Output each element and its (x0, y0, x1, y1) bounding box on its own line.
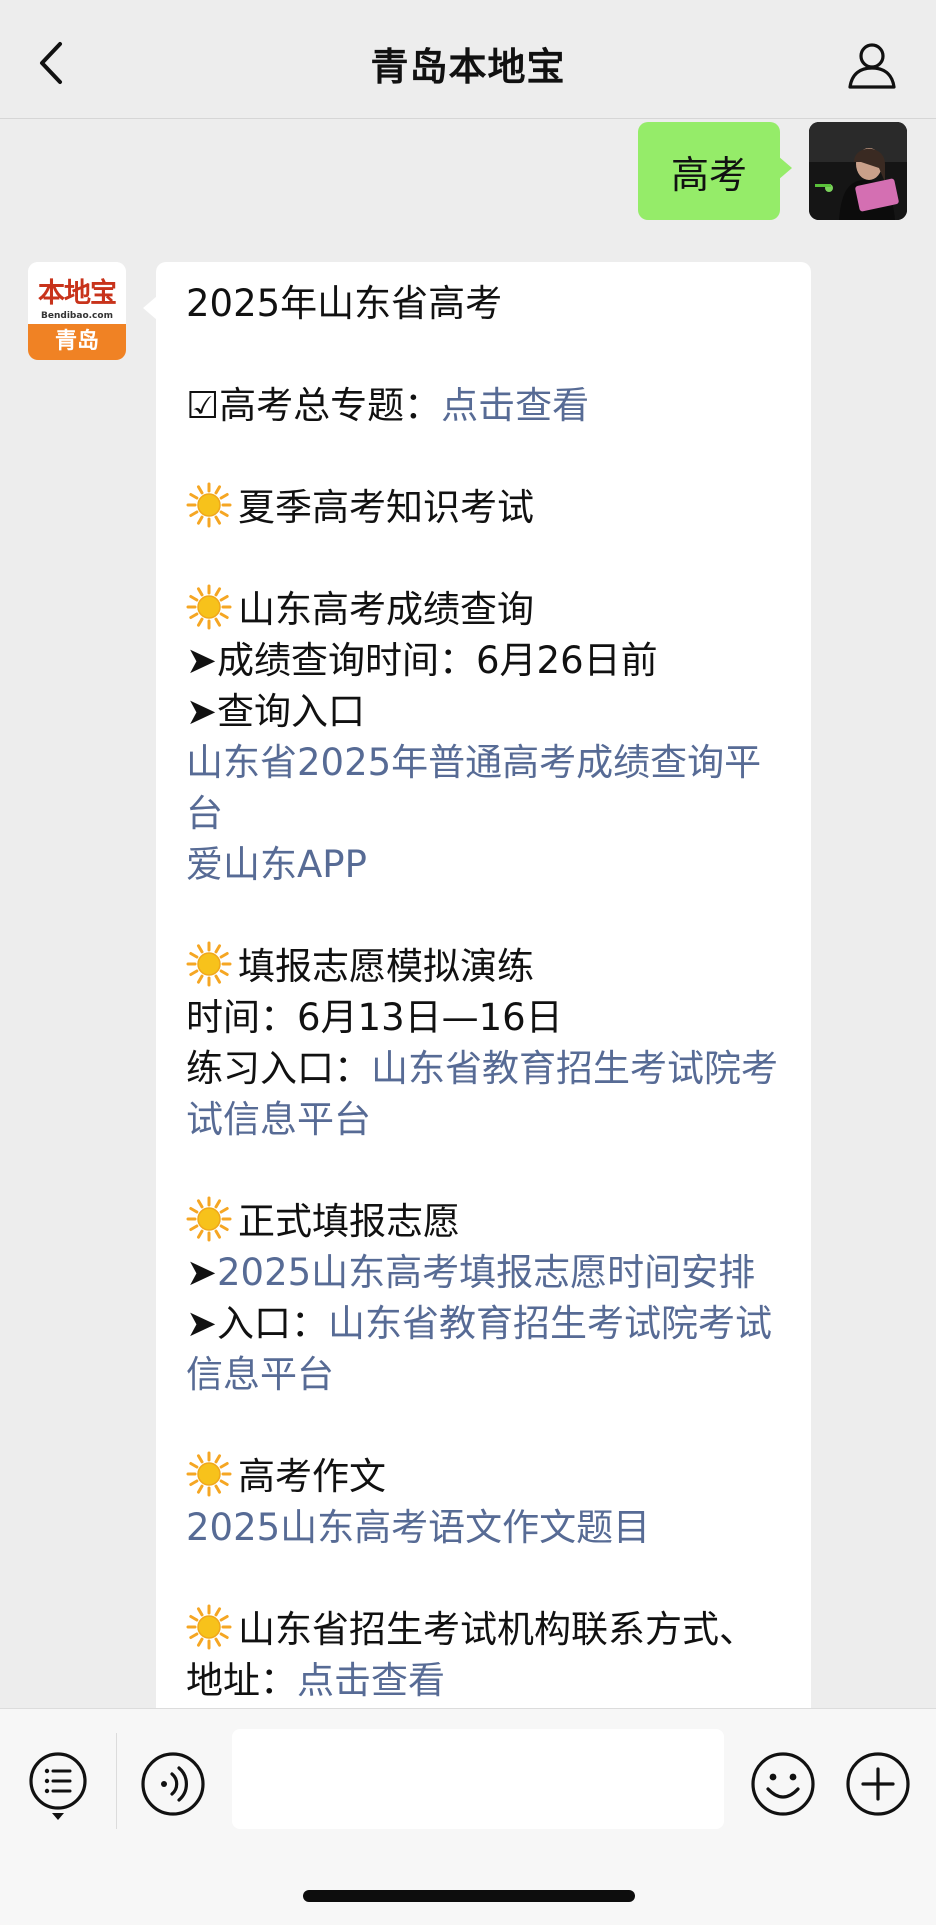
voice-icon[interactable] (140, 1751, 206, 1817)
message-text: 练习入口： (186, 1047, 371, 1090)
sun-icon (186, 1451, 232, 1497)
message-line: 时间：6月13日—16日 (186, 992, 786, 1043)
avatar-brand-text: 本地宝 (38, 278, 117, 309)
message-line: ➤入口：山东省教育招生考试院考试信息平台 (186, 1298, 786, 1400)
message-input[interactable] (232, 1729, 724, 1829)
message-text: ➤查询入口 (186, 690, 366, 733)
message-link[interactable]: 爱山东APP (186, 843, 367, 886)
bubble-tail (143, 296, 157, 320)
message-link[interactable]: 2025山东高考填报志愿时间安排 (217, 1251, 755, 1294)
message-line: 练习入口：山东省教育招生考试院考试信息平台 (186, 1043, 786, 1145)
message-line: 山东省2025年普通高考成绩查询平台 (186, 737, 786, 839)
incoming-message-bubble: 2025年山东省高考 ☑高考总专题：点击查看 夏季高考知识考试 山东高考成绩查询 ➤成绩… (156, 262, 811, 1742)
list-menu-icon[interactable] (28, 1751, 88, 1823)
message-link[interactable]: 点击查看 (441, 384, 589, 427)
avatar-city-text: 青岛 (28, 324, 126, 360)
sun-icon (186, 941, 232, 987)
user-icon[interactable] (846, 40, 898, 90)
message-text: 山东高考成绩查询 (238, 588, 534, 631)
avatar-photo (809, 122, 907, 220)
message-line: 2025山东高考语文作文题目 (186, 1502, 786, 1553)
message-text: ➤入口： (186, 1302, 329, 1345)
avatar-logo: 本地宝 Bendibao.com (28, 262, 126, 324)
message-line: ➤成绩查询时间：6月26日前 (186, 635, 786, 686)
smile-icon[interactable] (750, 1751, 816, 1817)
message-text: 2025年山东省高考 (186, 282, 503, 325)
message-text: ➤ (186, 1251, 218, 1294)
message-line: 夏季高考知识考试 (186, 482, 786, 533)
top-nav-bar: 青岛本地宝 (0, 0, 936, 119)
message-line: 山东高考成绩查询 (186, 584, 786, 635)
incoming-message-text: 2025年山东省高考 ☑高考总专题：点击查看 夏季高考知识考试 山东高考成绩查询 ➤成绩… (186, 278, 786, 1706)
official-account-avatar[interactable]: 本地宝 Bendibao.com 青岛 (28, 262, 126, 360)
page-title: 青岛本地宝 (370, 45, 566, 89)
outgoing-message-bubble[interactable]: 高考 (638, 122, 792, 220)
message-text: 夏季高考知识考试 (238, 486, 534, 529)
plus-icon[interactable] (845, 1751, 911, 1817)
message-link[interactable]: 山东省2025年普通高考成绩查询平台 (186, 741, 761, 835)
avatar-domain-text: Bendibao.com (41, 311, 113, 321)
message-text: 时间：6月13日—16日 (186, 996, 563, 1039)
message-line: ➤2025山东高考填报志愿时间安排 (186, 1247, 786, 1298)
sun-icon (186, 584, 232, 630)
message-text: 正式填报志愿 (238, 1200, 460, 1243)
home-indicator (303, 1890, 635, 1902)
message-link[interactable]: 2025山东高考语文作文题目 (186, 1506, 650, 1549)
message-text: ☑高考总专题： (186, 384, 442, 427)
message-line: ➤查询入口 (186, 686, 786, 737)
my-avatar[interactable] (809, 122, 907, 220)
message-link[interactable]: 点击查看 (297, 1659, 445, 1702)
message-line: 山东省招生考试机构联系方式、地址：点击查看 (186, 1604, 786, 1706)
message-line: 爱山东APP (186, 839, 786, 890)
message-line: ☑高考总专题：点击查看 (186, 380, 786, 431)
sun-icon (186, 1604, 232, 1650)
message-text: ➤成绩查询时间：6月26日前 (186, 639, 658, 682)
message-text: 填报志愿模拟演练 (238, 945, 534, 988)
sun-icon (186, 482, 232, 528)
message-text: 山东省招生考试机构联系方式、地址： (186, 1608, 756, 1702)
outgoing-message-text: 高考 (670, 152, 747, 197)
message-line: 填报志愿模拟演练 (186, 941, 786, 992)
message-text: 高考作文 (238, 1455, 386, 1498)
message-line: 正式填报志愿 (186, 1196, 786, 1247)
message-line: 2025年山东省高考 (186, 278, 786, 329)
sun-icon (186, 1196, 232, 1242)
message-line: 高考作文 (186, 1451, 786, 1502)
divider (116, 1733, 117, 1829)
